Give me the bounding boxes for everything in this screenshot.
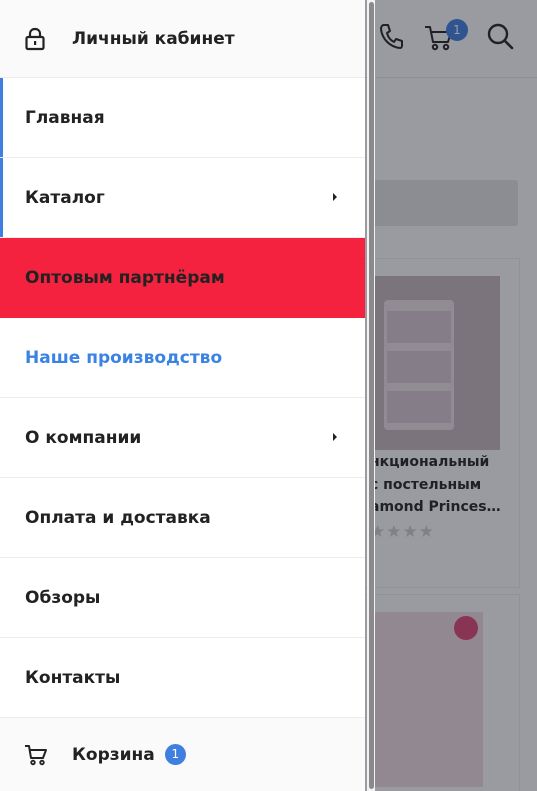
menu-item-label: О компании (25, 427, 142, 448)
chevron-right-icon (333, 433, 337, 441)
menu-item-payment-delivery[interactable]: Оплата и доставка (0, 478, 365, 558)
drawer-menu: Главная Каталог Оптовым партнёрам Наше п… (0, 78, 365, 718)
account-label: Личный кабинет (72, 28, 235, 49)
menu-item-label: Наше производство (25, 347, 223, 368)
menu-item-label: Обзоры (25, 587, 101, 608)
lock-icon (25, 27, 45, 50)
cart-count-badge: 1 (164, 744, 186, 765)
chevron-right-icon (333, 193, 337, 201)
menu-item-label: Контакты (25, 667, 121, 688)
menu-item-wholesale[interactable]: Оптовым партнёрам (0, 238, 365, 318)
cart-icon (25, 744, 47, 765)
menu-item-catalog[interactable]: Каталог (0, 158, 365, 238)
navigation-drawer: Личный кабинет Главная Каталог Оптовым п… (0, 0, 365, 791)
menu-item-production[interactable]: Наше производство (0, 318, 365, 398)
menu-item-home[interactable]: Главная (0, 78, 365, 158)
menu-item-label: Каталог (25, 187, 105, 208)
menu-item-label: Оплата и доставка (25, 507, 211, 528)
cart-label: Корзина (72, 744, 155, 765)
menu-item-about[interactable]: О компании (0, 398, 365, 478)
menu-item-label: Оптовым партнёрам (25, 267, 225, 288)
account-link[interactable]: Личный кабинет (0, 0, 365, 78)
menu-item-reviews[interactable]: Обзоры (0, 558, 365, 638)
drawer-cart-link[interactable]: Корзина 1 (0, 718, 365, 791)
menu-item-label: Главная (25, 107, 105, 128)
drawer-scrollbar-thumb[interactable] (369, 2, 374, 789)
menu-item-contacts[interactable]: Контакты (0, 638, 365, 718)
